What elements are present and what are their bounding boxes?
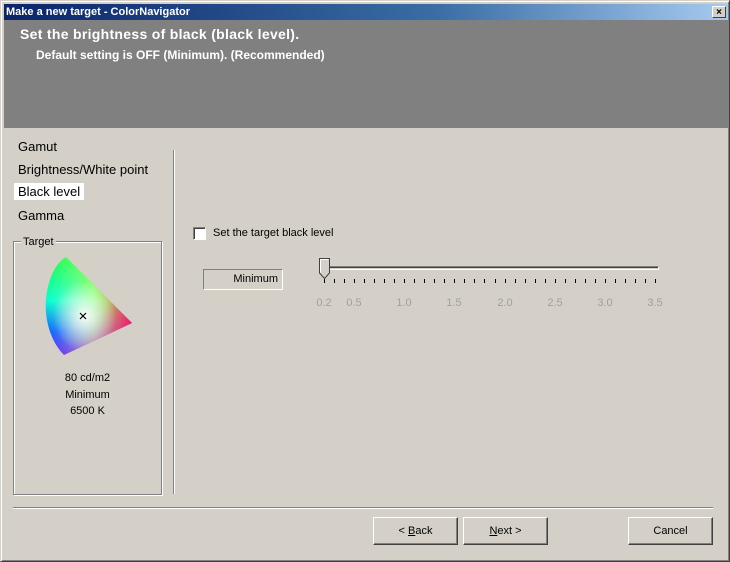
- title-bar[interactable]: Make a new target - ColorNavigator ×: [4, 4, 728, 20]
- bottom-divider: [13, 507, 713, 509]
- slider-tick-label: 1.0: [396, 297, 412, 309]
- window-title: Make a new target - ColorNavigator: [6, 6, 190, 18]
- slider-tick: [605, 279, 606, 283]
- slider-tick-label: 2.0: [497, 297, 513, 309]
- target-group-label: Target: [21, 236, 56, 248]
- nav-item-brightness-white-point[interactable]: Brightness/White point: [14, 161, 152, 178]
- slider-tick: [585, 279, 586, 283]
- back-prefix: <: [398, 525, 408, 537]
- slider-tick: [635, 279, 636, 283]
- slider-tick: [484, 279, 485, 283]
- back-button[interactable]: < Back: [373, 517, 458, 545]
- black-level-slider[interactable]: 0.2 0.5 1.0 1.5 2.0 2.5 3.0 3.5: [314, 258, 666, 318]
- vertical-divider: [173, 150, 175, 494]
- slider-tick: [454, 279, 455, 283]
- slider-tick: [444, 279, 445, 283]
- back-label: ack: [415, 525, 433, 537]
- slider-tick: [595, 279, 596, 283]
- slider-tick: [334, 279, 335, 283]
- slider-tick: [374, 279, 375, 283]
- target-brightness: 80 cd/m2: [64, 372, 111, 384]
- slider-tick: [364, 279, 365, 283]
- slider-tick-label: 2.5: [547, 297, 563, 309]
- next-label: ext >: [497, 525, 522, 537]
- page-title: Set the brightness of black (black level…: [20, 26, 300, 42]
- close-button[interactable]: ×: [712, 6, 726, 18]
- slider-tick: [535, 279, 536, 283]
- slider-tick: [575, 279, 576, 283]
- slider-tick: [525, 279, 526, 283]
- slider-tick-label: 1.5: [446, 297, 462, 309]
- slider-tick: [625, 279, 626, 283]
- next-button[interactable]: Next >: [463, 517, 548, 545]
- slider-tick: [645, 279, 646, 283]
- slider-tick: [434, 279, 435, 283]
- slider-tick: [555, 279, 556, 283]
- cancel-button[interactable]: Cancel: [628, 517, 713, 545]
- set-target-black-level-checkbox[interactable]: [193, 227, 206, 240]
- slider-tick: [545, 279, 546, 283]
- slider-tick: [404, 279, 405, 283]
- nav-item-gamma[interactable]: Gamma: [14, 207, 68, 224]
- page-subtitle: Default setting is OFF (Minimum). (Recom…: [36, 48, 325, 62]
- slider-tick: [474, 279, 475, 283]
- slider-tick: [354, 279, 355, 283]
- slider-tick: [515, 279, 516, 283]
- set-target-black-level-label[interactable]: Set the target black level: [213, 227, 333, 239]
- slider-thumb[interactable]: [319, 258, 330, 279]
- slider-tick: [394, 279, 395, 283]
- header-panel: Set the brightness of black (black level…: [4, 20, 728, 128]
- nav-item-gamut[interactable]: Gamut: [14, 138, 61, 155]
- close-icon: ×: [716, 7, 722, 18]
- slider-tick: [655, 279, 656, 283]
- slider-tick-label: 0.5: [346, 297, 362, 309]
- slider-tick: [344, 279, 345, 283]
- slider-tick: [565, 279, 566, 283]
- slider-track[interactable]: [319, 266, 659, 270]
- slider-tick: [464, 279, 465, 283]
- nav-item-black-level[interactable]: Black level: [14, 183, 85, 200]
- slider-tick: [424, 279, 425, 283]
- slider-tick: [384, 279, 385, 283]
- black-level-value-display: Minimum: [203, 269, 283, 290]
- gamut-diagram: [45, 257, 132, 355]
- slider-tick: [615, 279, 616, 283]
- slider-tick-label: 3.0: [597, 297, 613, 309]
- target-white-point: 6500 K: [70, 405, 105, 417]
- slider-tick: [505, 279, 506, 283]
- target-black-level: Minimum: [65, 389, 110, 401]
- slider-tick: [495, 279, 496, 283]
- slider-tick-label: 0.2: [316, 297, 332, 309]
- slider-tick: [324, 279, 325, 283]
- slider-tick: [414, 279, 415, 283]
- slider-tick-label: 3.5: [647, 297, 663, 309]
